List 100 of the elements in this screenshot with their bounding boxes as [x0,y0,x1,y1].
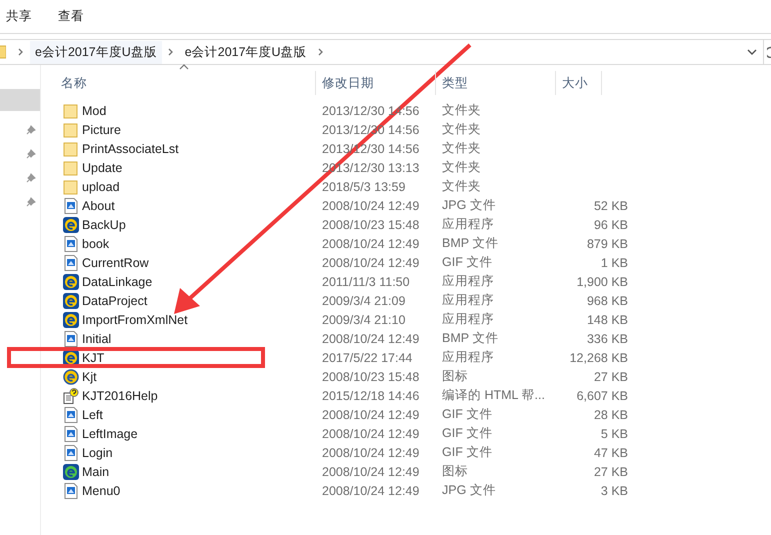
file-type: 文件夹 [441,121,482,138]
file-name[interactable]: BackUp [82,218,126,232]
file-type: JPG 文件 [441,197,497,214]
file-size: 96 KB [594,218,628,232]
file-type: 编译的 HTML 帮... [441,387,546,404]
file-name[interactable]: PrintAssociateLst [82,142,179,156]
file-size: 47 KB [594,446,628,460]
image-file-icon [63,198,79,214]
file-name[interactable]: book [82,236,110,250]
chevron-icon[interactable] [166,47,175,57]
file-size: 968 KB [586,294,628,308]
image-file-icon [63,426,79,442]
column-header[interactable]: 大小 [556,71,602,95]
image-file-icon [63,444,79,460]
ribbon-tab[interactable]: 查看 [58,6,84,27]
column-header[interactable]: 类型 [436,71,556,95]
file-type: GIF 文件 [441,254,494,271]
modified-date: 2008/10/24 12:49 [321,408,420,422]
folder-icon [0,45,6,59]
app-e-icon [63,292,79,308]
pin-icon[interactable] [26,173,36,183]
file-name[interactable]: KJT [82,350,104,364]
modified-date: 2008/10/23 15:48 [321,218,420,232]
file-type: 文件夹 [441,102,482,119]
file-type: GIF 文件 [441,406,494,423]
file-type: BMP 文件 [441,235,500,252]
file-name[interactable]: ImportFromXmlNet [82,312,188,326]
chevron-icon[interactable] [316,47,325,57]
file-size: 1,900 KB [576,274,628,288]
modified-date: 2008/10/23 15:48 [321,370,420,384]
pin-icon[interactable] [26,125,36,135]
app-e-icon [63,216,79,232]
file-size: 27 KB [594,464,628,478]
file-size: 3 KB [600,484,628,498]
file-type: 文件夹 [441,140,482,157]
image-file-icon [63,330,79,346]
image-file-icon [63,406,79,422]
modified-date: 2011/11/3 11:50 [321,274,411,288]
file-size: 27 KB [594,370,628,384]
file-name[interactable]: upload [82,180,120,194]
file-name[interactable]: Menu0 [82,484,120,498]
folder-icon [63,102,79,118]
file-type: GIF 文件 [441,444,494,461]
app-e-icon [63,312,79,328]
chevron-icon[interactable] [17,47,25,57]
column-header[interactable]: 名称 [41,71,316,95]
file-name[interactable]: KJT2016Help [82,388,158,402]
file-name[interactable]: Kjt [82,370,97,384]
file-type: BMP 文件 [441,330,500,347]
ribbon-tab[interactable]: 共享 [6,6,32,27]
app-e-icon [63,274,79,290]
file-size: 6,607 KB [576,388,628,402]
file-name[interactable]: DataProject [82,294,148,308]
file-name[interactable]: LeftImage [82,426,138,440]
modified-date: 2009/3/4 21:09 [321,294,406,308]
image-file-icon [63,254,79,270]
file-type: 文件夹 [441,159,482,176]
file-size: 5 KB [600,426,628,440]
file-name[interactable]: Login [82,446,113,460]
pin-icon[interactable] [26,149,36,159]
file-type: GIF 文件 [441,425,494,442]
file-size: 148 KB [586,312,628,326]
modified-date: 2008/10/24 12:49 [321,332,420,346]
modified-date: 2015/12/18 14:46 [321,388,420,402]
file-name[interactable]: Main [82,464,110,478]
file-name[interactable]: About [82,198,115,212]
file-name[interactable]: Left [82,408,103,422]
file-size: 1 KB [600,256,628,270]
image-file-icon [63,236,79,252]
breadcrumb[interactable]: e会计2017年度U盘版 [180,40,312,64]
file-name[interactable]: Initial [82,332,112,346]
modified-date: 2008/10/24 12:49 [321,464,420,478]
pin-icon[interactable] [26,197,36,207]
file-name[interactable]: Update [82,160,122,174]
file-name[interactable]: CurrentRow [82,256,149,270]
app-e-icon [63,368,79,384]
app-e-icon [63,464,79,480]
file-name[interactable]: Picture [82,122,121,136]
modified-date: 2008/10/24 12:49 [321,236,420,250]
file-size: 336 KB [586,332,628,346]
modified-date: 2017/5/22 17:44 [321,350,414,364]
file-type: 应用程序 [441,216,495,233]
dropdown-icon[interactable] [747,48,757,56]
modified-date: 2008/10/24 12:49 [321,198,420,212]
column-header[interactable]: 修改日期 [316,71,436,95]
refresh-icon[interactable] [767,46,771,58]
file-name[interactable]: DataLinkage [82,274,152,288]
modified-date: 2008/10/24 12:49 [321,426,420,440]
file-type: 图标 [441,463,469,480]
folder-icon [63,122,79,138]
file-name[interactable]: Mod [82,104,106,118]
file-size: 879 KB [586,236,628,250]
file-type: 图标 [441,368,469,385]
file-type: 应用程序 [441,349,495,366]
folder-icon [63,178,79,194]
breadcrumb[interactable]: e会计2017年度U盘版 [30,40,162,64]
modified-date: 2008/10/24 12:49 [321,256,420,270]
file-type: 应用程序 [441,292,495,309]
folder-icon [63,140,79,156]
file-size: 12,268 KB [570,350,628,364]
